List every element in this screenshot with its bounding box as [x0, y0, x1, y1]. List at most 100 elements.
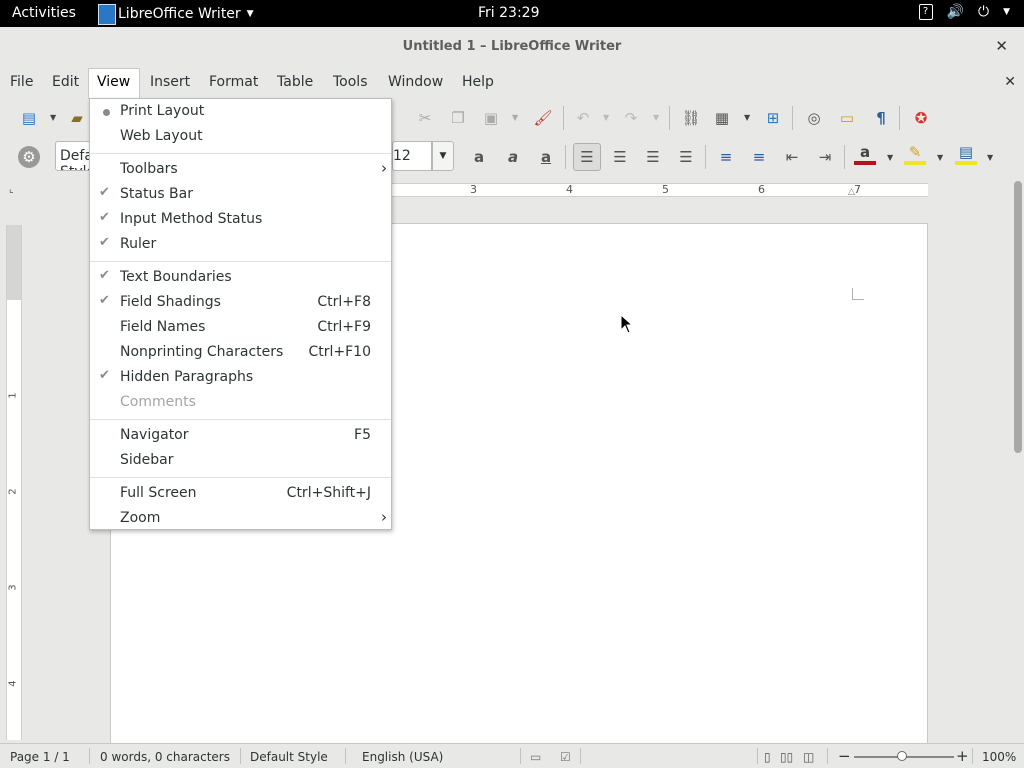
- table-icon[interactable]: ▦: [711, 107, 733, 129]
- font-color-icon[interactable]: a: [854, 143, 876, 165]
- gallery-icon[interactable]: ▭: [836, 107, 858, 129]
- language-status[interactable]: English (USA): [362, 750, 443, 764]
- selection-mode-icon[interactable]: ▭: [530, 750, 541, 764]
- font-size-input[interactable]: 12: [392, 141, 432, 171]
- accessibility-icon[interactable]: ?: [918, 4, 933, 20]
- menu-format[interactable]: Format: [209, 74, 258, 90]
- menu-separator: [90, 153, 391, 154]
- chevron-down-icon[interactable]: ▼: [653, 113, 659, 122]
- system-menu[interactable]: ? 🔊 ⏻ ▼: [918, 4, 1010, 20]
- zoom-out-button[interactable]: −: [838, 747, 851, 765]
- app-menu-button[interactable]: LibreOffice Writer ▼: [98, 3, 254, 25]
- background-color-icon[interactable]: ▤: [955, 143, 977, 165]
- menu-edit[interactable]: Edit: [52, 74, 79, 90]
- menu-item-ruler[interactable]: ✔ Ruler: [90, 233, 391, 258]
- chevron-down-icon[interactable]: ▼: [887, 153, 893, 162]
- checkmark-icon: ✔: [99, 210, 110, 225]
- window-close-button[interactable]: ✕: [995, 37, 1008, 55]
- zoom-in-button[interactable]: +: [956, 747, 969, 765]
- document-close-button[interactable]: ✕: [1004, 74, 1016, 90]
- formatting-marks-icon[interactable]: ¶: [870, 107, 892, 129]
- menu-item-full-screen[interactable]: Full Screen Ctrl+Shift+J: [90, 482, 391, 507]
- single-page-view-icon[interactable]: ▯: [764, 750, 771, 764]
- menu-table[interactable]: Table: [277, 74, 313, 90]
- multi-page-view-icon[interactable]: ▯▯: [780, 750, 793, 764]
- open-folder-icon[interactable]: ▰: [66, 107, 88, 129]
- chevron-down-icon[interactable]: ▼: [937, 153, 943, 162]
- zoom-slider-knob[interactable]: [897, 751, 907, 761]
- menu-item-web-layout[interactable]: Web Layout: [90, 125, 391, 150]
- horizontal-ruler[interactable]: 3 4 5 6 7 △: [392, 181, 928, 199]
- clock[interactable]: Fri 23:29: [478, 5, 539, 21]
- vertical-scrollbar[interactable]: [1012, 177, 1024, 743]
- menu-item-toolbars[interactable]: Toolbars ›: [90, 158, 391, 183]
- power-icon[interactable]: ⏻: [978, 4, 989, 20]
- new-document-icon[interactable]: ▤: [18, 107, 40, 129]
- menu-window[interactable]: Window: [388, 74, 443, 90]
- cut-icon[interactable]: ✂: [414, 107, 436, 129]
- menu-item-field-names[interactable]: Field Names Ctrl+F9: [90, 316, 391, 341]
- italic-icon[interactable]: a: [502, 146, 524, 168]
- bold-icon[interactable]: a: [468, 146, 490, 168]
- checkmark-icon: ✔: [99, 185, 110, 200]
- chevron-down-icon[interactable]: ▼: [50, 113, 56, 122]
- align-center-icon[interactable]: ☰: [609, 146, 631, 168]
- clone-formatting-icon[interactable]: 🖌: [532, 107, 554, 129]
- chevron-down-icon[interactable]: ▼: [987, 153, 993, 162]
- menu-item-navigator[interactable]: Navigator F5: [90, 424, 391, 449]
- menu-item-nonprinting-characters[interactable]: Nonprinting Characters Ctrl+F10: [90, 341, 391, 366]
- menu-view[interactable]: View: [97, 74, 130, 90]
- decrease-indent-icon[interactable]: ⇤: [781, 146, 803, 168]
- chevron-down-icon[interactable]: ▼: [1003, 7, 1010, 17]
- align-right-icon[interactable]: ☰: [642, 146, 664, 168]
- menu-help[interactable]: Help: [462, 74, 494, 90]
- right-indent-marker[interactable]: △: [848, 187, 855, 197]
- menu-item-zoom[interactable]: Zoom ›: [90, 507, 391, 532]
- copy-icon[interactable]: ❐: [447, 107, 469, 129]
- tab-stop-selector[interactable]: ⌞: [9, 184, 14, 195]
- page-style[interactable]: Default Style: [250, 750, 328, 764]
- zoom-percentage[interactable]: 100%: [982, 750, 1016, 764]
- menu-item-hidden-paragraphs[interactable]: ✔ Hidden Paragraphs: [90, 366, 391, 391]
- image-icon[interactable]: ⊞: [762, 107, 784, 129]
- bulleted-list-icon[interactable]: ≡: [748, 146, 770, 168]
- menu-separator: [90, 419, 391, 420]
- undo-icon[interactable]: ↶: [572, 107, 594, 129]
- menu-item-sidebar[interactable]: Sidebar: [90, 449, 391, 474]
- volume-icon[interactable]: 🔊: [947, 4, 964, 20]
- scrollbar-thumb[interactable]: [1014, 181, 1022, 453]
- styles-icon[interactable]: ⚙: [18, 146, 40, 168]
- help-lifebuoy-icon[interactable]: ✪: [910, 107, 932, 129]
- align-left-icon[interactable]: ☰: [573, 143, 601, 171]
- underline-icon[interactable]: a: [535, 146, 557, 168]
- menu-tools[interactable]: Tools: [333, 74, 368, 90]
- activities-button[interactable]: Activities: [12, 5, 76, 21]
- highlight-color-icon[interactable]: ✎: [904, 143, 926, 165]
- paste-icon[interactable]: ▣: [480, 107, 502, 129]
- word-count[interactable]: 0 words, 0 characters: [100, 750, 230, 764]
- menu-insert[interactable]: Insert: [150, 74, 190, 90]
- numbered-list-icon[interactable]: ≡: [715, 146, 737, 168]
- hyperlink-icon[interactable]: ⛓: [680, 107, 702, 129]
- menu-item-text-boundaries[interactable]: ✔ Text Boundaries: [90, 266, 391, 291]
- chevron-down-icon: ▼: [246, 9, 254, 19]
- menu-item-label: Status Bar: [120, 186, 194, 202]
- navigator-icon[interactable]: ◎: [803, 107, 825, 129]
- document-modified-icon[interactable]: ☑: [560, 750, 571, 764]
- page-count[interactable]: Page 1 / 1: [10, 750, 70, 764]
- chevron-down-icon[interactable]: ▼: [744, 113, 750, 122]
- redo-icon[interactable]: ↷: [620, 107, 642, 129]
- menu-item-status-bar[interactable]: ✔ Status Bar: [90, 183, 391, 208]
- menu-item-print-layout[interactable]: Print Layout: [90, 100, 391, 125]
- increase-indent-icon[interactable]: ⇥: [814, 146, 836, 168]
- font-size-dropdown-button[interactable]: ▼: [432, 141, 454, 171]
- menu-item-input-method-status[interactable]: ✔ Input Method Status: [90, 208, 391, 233]
- book-view-icon[interactable]: ◫: [803, 750, 814, 764]
- menu-item-field-shadings[interactable]: ✔ Field Shadings Ctrl+F8: [90, 291, 391, 316]
- view-menu-dropdown: Print Layout Web Layout Toolbars › ✔ Sta…: [89, 98, 392, 530]
- chevron-down-icon[interactable]: ▼: [512, 113, 518, 122]
- vertical-ruler[interactable]: 1 2 3 4: [6, 225, 22, 740]
- chevron-down-icon[interactable]: ▼: [603, 113, 609, 122]
- menu-file[interactable]: File: [10, 74, 33, 90]
- justify-icon[interactable]: ☰: [675, 146, 697, 168]
